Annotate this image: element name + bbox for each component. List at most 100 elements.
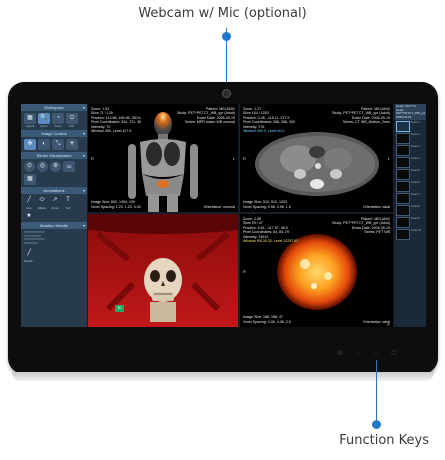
thumbnail-image: [396, 217, 410, 228]
series-thumbnail[interactable]: Series 6: [396, 181, 425, 192]
window-level-readout: Window 400.0, Level 40.0: [243, 129, 285, 134]
sagittal-view-button[interactable]: ⊛: [50, 161, 61, 172]
thumbnail-image: [396, 121, 410, 132]
tool-label: Text: [65, 206, 71, 210]
series-thumbnail[interactable]: Series 10: [396, 229, 425, 240]
crosshair-tool-button[interactable]: ◔: [52, 113, 64, 124]
series-visualization-header[interactable]: Series Visualization ▾: [21, 152, 87, 159]
grid-view-button[interactable]: ▦: [24, 174, 36, 185]
image-control-title: Image Control: [41, 131, 67, 136]
arrow-annotation-button[interactable]: ↗: [50, 196, 60, 204]
orientation-readout: Orientation: axial: [363, 319, 390, 324]
axial-view-button[interactable]: ⊙: [24, 161, 35, 172]
tool-label: Exit: [69, 124, 75, 128]
chevron-down-icon: ▾: [82, 105, 85, 110]
window-level-readout: Window 350, Level 127.9: [91, 129, 132, 134]
series-thumbnail[interactable]: Series 9: [396, 217, 425, 228]
chevron-down-icon: ▾: [82, 153, 85, 158]
thumbnail-info: Series 10: [411, 229, 422, 232]
thumbnail-image: [396, 169, 410, 180]
coronal-view-button[interactable]: ◎: [37, 161, 48, 172]
thumbnail-image: [396, 193, 410, 204]
3d-view-button[interactable]: 3D: [63, 161, 75, 172]
tablet-bottom-edge: [12, 372, 434, 381]
chevron-down-icon: ▾: [82, 223, 85, 228]
image-control-header[interactable]: Image Control ▾: [21, 130, 87, 137]
ellipse-annotation-button[interactable]: ⬭: [37, 196, 47, 204]
menu-key-icon[interactable]: ⋮: [354, 350, 362, 358]
thumbnail-image: [396, 181, 410, 192]
line-annotation-button[interactable]: ╱: [24, 196, 34, 204]
layout-tool-button[interactable]: ▦: [24, 113, 36, 124]
3d-badge[interactable]: 3D: [115, 305, 124, 312]
thumbnail-info: Series 4: [411, 157, 420, 160]
tool-label: Cross: [54, 124, 62, 128]
series-visualization-title: Series Visualization: [36, 153, 72, 158]
settings-key-icon[interactable]: ⚙: [336, 350, 344, 358]
app-screen: Workspace ▾ ▦ 🔍 ◔ ⏻ Layout Zoom Cross Exi…: [21, 104, 426, 327]
orientation-marker-left: R: [91, 156, 94, 161]
tool-label: Arrow: [51, 206, 59, 210]
viewport-info-top-left: Zoom: 2.56 Slice 29 / 47 Position: 5.61,…: [243, 217, 298, 243]
window-level-readout: Window 90139.33, Level 12297.67: [243, 239, 299, 244]
resize-tool-button[interactable]: ⤡: [52, 139, 64, 150]
series-thumbnail[interactable]: Series 1: [396, 121, 425, 132]
series-thumbnail[interactable]: Series 8: [396, 205, 425, 216]
viewport-info-bottom-left: Image Size: 512, 512, 1203 Voxel Spacing…: [243, 200, 291, 209]
power-key-icon[interactable]: ⏻: [390, 350, 398, 358]
annotations-header[interactable]: Annotations ▾: [21, 187, 87, 194]
viewport-info-top-left: Zoom: 1.53 Slice 71 / 139 Position: 113.…: [91, 107, 141, 133]
text-annotation-button[interactable]: T: [63, 196, 73, 204]
thumbnail-image: [396, 229, 410, 240]
series-thumbnail[interactable]: Series 3: [396, 145, 425, 156]
image-size-readout: Image Size: 600, 1454, 139: [91, 200, 135, 205]
needle-tool-button[interactable]: ╱: [24, 249, 34, 257]
chevron-down-icon: ▾: [82, 131, 85, 136]
reset-tool-button[interactable]: ✳: [66, 139, 78, 150]
viewport-3d-render[interactable]: 3D: [88, 214, 238, 327]
series-thumbnail[interactable]: Series 2: [396, 133, 425, 144]
series-panel-header: Hoplz: PET^CT Study: PET^PETCT_WB_ypr 20…: [395, 104, 426, 120]
series-thumbnail-panel: Hoplz: PET^CT Study: PET^PETCT_WB_ypr 20…: [395, 104, 426, 327]
viewport-axial-ct[interactable]: Zoom: 1.27 Slice 164 / 1203 Position: 0.…: [240, 104, 393, 212]
webcam-callout-label: Webcam w/ Mic (optional): [138, 6, 307, 21]
workspace-title: Workspace: [44, 105, 64, 110]
thumbnail-info: Series 3: [411, 145, 420, 148]
viewport-axial-pet[interactable]: Zoom: 2.56 Slice 29 / 47 Position: 5.61,…: [240, 214, 393, 327]
voxel-spacing-readout: Voxel Spacing: 0.98, 0.98, 1.5: [243, 204, 291, 209]
thumbnail-info: Series 7: [411, 193, 420, 196]
series-thumbnail[interactable]: Series 5: [396, 169, 425, 180]
orientation-marker-left: R: [243, 269, 246, 274]
viewport-info-top-right: Patient: MELANIX Study: PET^PETCT_WB_ypr…: [332, 217, 390, 235]
tool-label: Zoom: [40, 124, 48, 128]
thumbnail-info: Series 2: [411, 133, 420, 136]
exit-tool-button[interactable]: ⏻: [66, 113, 78, 124]
star-icon[interactable]: ★: [24, 212, 34, 220]
pan-tool-button[interactable]: ✥: [24, 139, 36, 150]
series-thumbnail[interactable]: Series 7: [396, 193, 425, 204]
thumbnail-image: [396, 157, 410, 168]
voxel-spacing-readout: Voxel Spacing: 1.23, 1.23, 4.00: [91, 204, 141, 209]
tool-label: Layout: [25, 124, 35, 128]
orientation-marker-bottom: P: [387, 322, 390, 327]
webcam-callout-dot: [222, 32, 231, 41]
pixel-coordinates-readout: Pixel Coordinates: 324, 721, 36: [91, 120, 142, 125]
tool-label: Ellipse: [37, 206, 47, 210]
thumbnail-info: Series 8: [411, 205, 420, 208]
series-thumbnail[interactable]: Series 4: [396, 157, 425, 168]
webcam-lens: [222, 89, 231, 98]
home-key-icon[interactable]: ○: [372, 350, 380, 358]
workspace-header[interactable]: Workspace ▾: [21, 104, 87, 111]
series-readout: Series: MPR fusion WB coronal: [184, 120, 235, 125]
zoom-tool-button[interactable]: 🔍: [38, 113, 50, 124]
viewport-coronal[interactable]: Zoom: 1.53 Slice 71 / 139 Position: 113.…: [88, 104, 238, 212]
thumbnail-info: Series 6: [411, 181, 420, 184]
voxel-spacing-readout: Voxel Spacing: 4.06, 4.06, 2.5: [243, 319, 291, 324]
image-size-readout: Image Size: 512, 512, 1203: [243, 200, 287, 205]
orientation-marker-left: R: [243, 156, 246, 161]
viewport-info-bottom-left: Image Size: 168, 168, 47 Voxel Spacing: …: [243, 315, 291, 324]
viewport-info-top-right: Patient: MELANIX Study: PET^PETCT_WB_ypr…: [177, 107, 235, 125]
pixel-coordinates-readout: Pixel Coordinates: 256, 256, 309: [243, 120, 296, 125]
window-level-tool-button[interactable]: ◐: [38, 139, 50, 150]
ablation-needle-header[interactable]: Ablation Needle ▾: [21, 222, 87, 229]
